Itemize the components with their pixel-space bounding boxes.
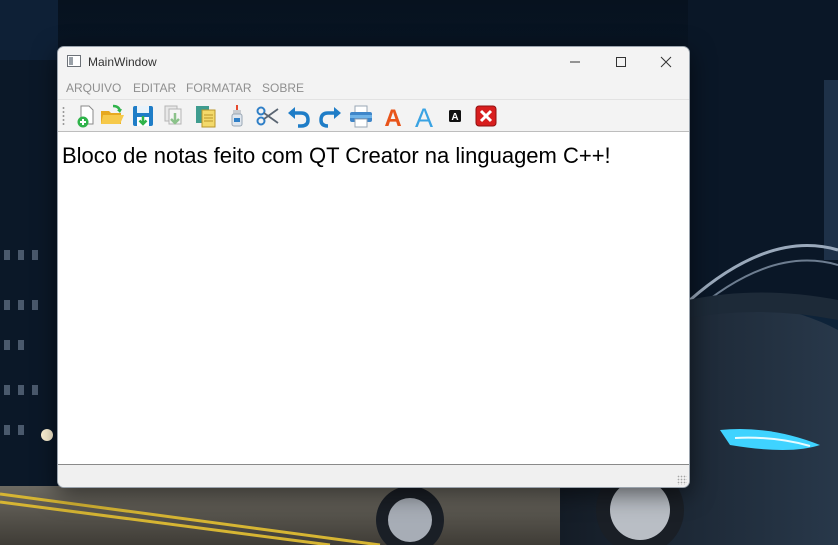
toolbar-grip[interactable]: [62, 106, 65, 126]
font-glyph: A: [415, 103, 433, 129]
toolbar: A A A: [58, 99, 689, 132]
cut-button[interactable]: [255, 103, 281, 129]
window-title: MainWindow: [88, 55, 157, 69]
menu-bar: ARQUIVO EDITAR FORMATAR SOBRE: [58, 77, 689, 99]
copy-icon: [196, 106, 216, 128]
font-button[interactable]: A: [411, 103, 437, 129]
editor-content[interactable]: Bloco de notas feito com QT Creator na l…: [62, 143, 611, 169]
new-file-button[interactable]: [73, 103, 99, 129]
font-icon: A: [415, 103, 433, 129]
resize-grip[interactable]: [677, 475, 687, 485]
status-bar: [58, 465, 689, 487]
undo-button[interactable]: [286, 103, 312, 129]
menu-arquivo[interactable]: ARQUIVO: [66, 81, 121, 95]
printer-icon: [350, 105, 372, 128]
open-folder-icon: [101, 104, 124, 124]
text-editor[interactable]: Bloco de notas feito com QT Creator na l…: [58, 132, 689, 465]
save-button[interactable]: [130, 103, 156, 129]
save-icon: [133, 106, 153, 126]
exit-icon: [475, 105, 497, 127]
print-button[interactable]: [348, 103, 374, 129]
menu-formatar[interactable]: FORMATAR: [186, 81, 252, 95]
title-bar[interactable]: MainWindow: [58, 47, 689, 77]
redo-button[interactable]: [317, 103, 343, 129]
font-background-glyph: A: [451, 112, 458, 123]
redo-icon: [319, 107, 341, 128]
paste-button[interactable]: [224, 103, 250, 129]
minimize-icon: [570, 61, 580, 63]
font-color-button[interactable]: A: [380, 103, 406, 129]
close-button[interactable]: [643, 47, 689, 77]
menu-editar[interactable]: EDITAR: [133, 81, 176, 95]
new-file-icon: [77, 105, 94, 128]
copy-button[interactable]: [193, 103, 219, 129]
maximize-button[interactable]: [598, 47, 644, 77]
scissors-icon: [256, 106, 279, 126]
minimize-button[interactable]: [552, 47, 598, 77]
font-background-button[interactable]: A: [442, 103, 468, 129]
font-color-icon: A: [384, 105, 401, 129]
maximize-icon: [616, 57, 626, 67]
paste-glue-icon: [231, 105, 243, 127]
open-file-button[interactable]: [99, 103, 125, 129]
exit-button[interactable]: [473, 103, 499, 129]
font-background-icon: A: [449, 110, 461, 123]
close-icon: [660, 56, 672, 68]
save-as-button[interactable]: [161, 103, 187, 129]
main-window: MainWindow ARQUIVO EDITAR FORMATAR SOBRE: [57, 46, 690, 488]
save-as-icon: [164, 105, 182, 125]
menu-sobre[interactable]: SOBRE: [262, 81, 304, 95]
app-window-icon: [67, 55, 81, 67]
font-color-glyph: A: [384, 105, 401, 129]
undo-icon: [288, 107, 310, 128]
